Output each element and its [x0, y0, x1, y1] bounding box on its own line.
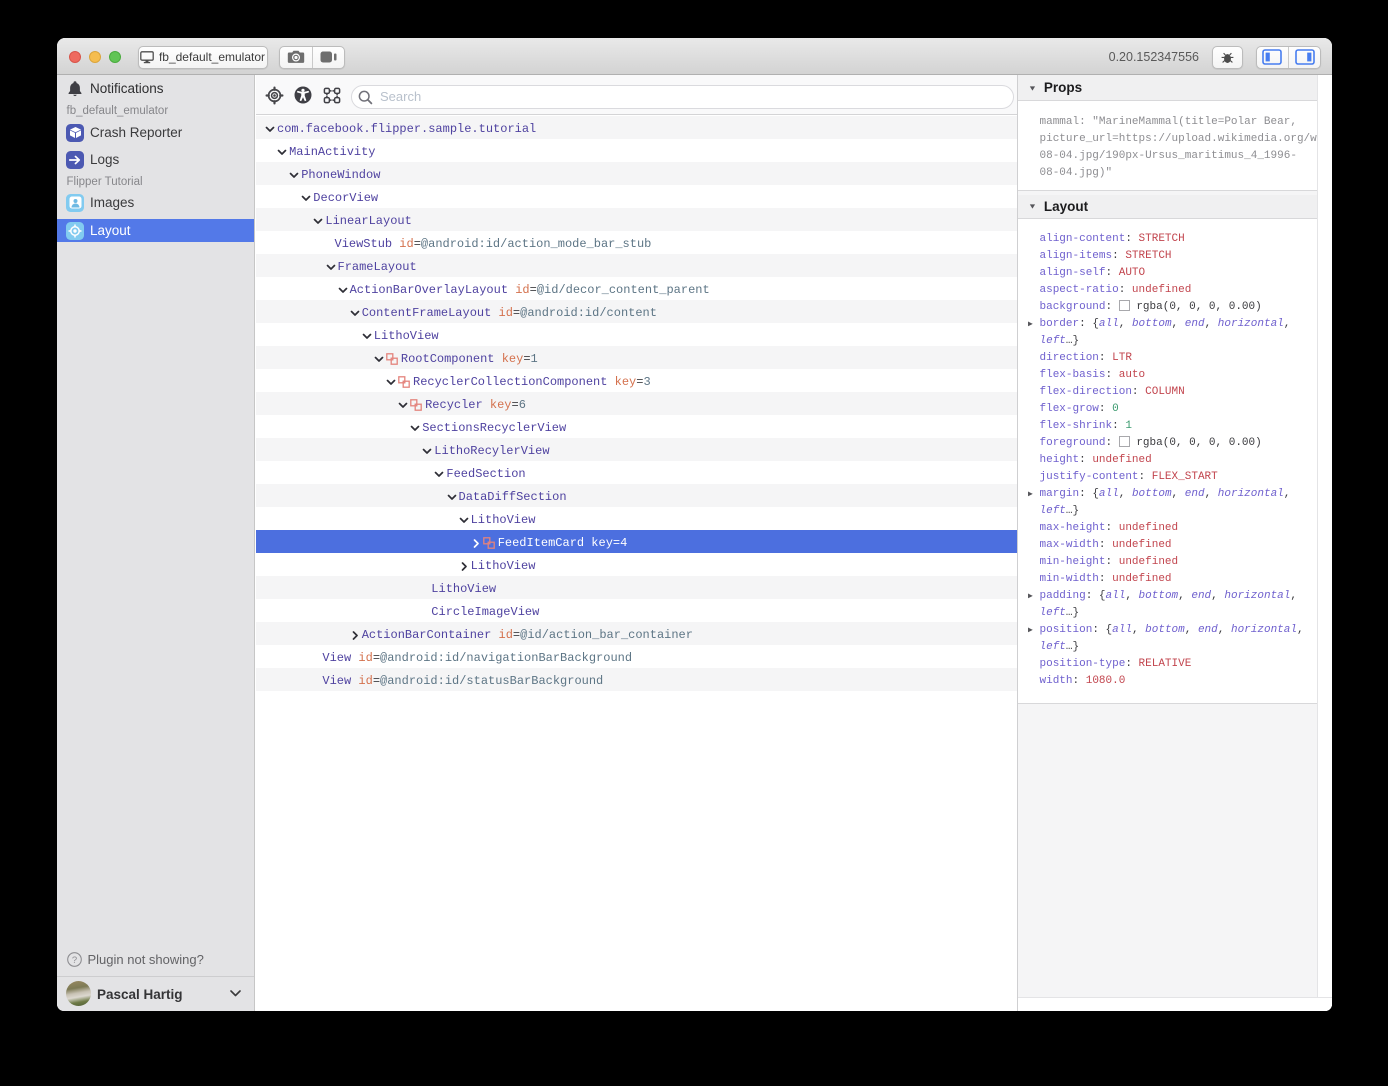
svg-text:?: ? — [72, 955, 77, 966]
